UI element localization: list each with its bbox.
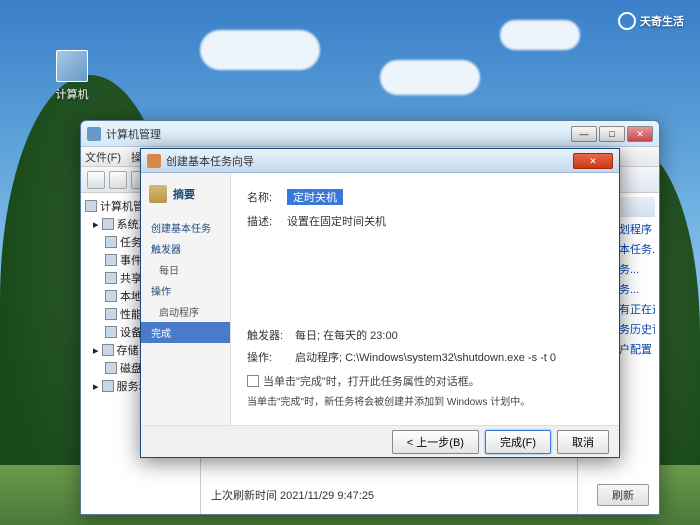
clock-icon xyxy=(105,236,117,248)
step-create[interactable]: 创建基本任务 xyxy=(141,217,230,238)
toolbar-back-icon[interactable] xyxy=(87,171,105,189)
name-value: 定时关机 xyxy=(287,189,343,205)
menu-file[interactable]: 文件(F) xyxy=(85,149,121,165)
desktop-icon-label: 计算机 xyxy=(48,86,96,102)
step-trigger[interactable]: 触发器 xyxy=(141,238,230,259)
finish-button[interactable]: 完成(F) xyxy=(485,430,551,454)
wizard-main-panel: 名称: 定时关机 描述: 设置在固定时间关机 触发器: 每日; 在每天的 23:… xyxy=(231,173,619,425)
wizard-side-title: 摘要 xyxy=(173,186,195,202)
mgmt-status-bar: 上次刷新时间 2021/11/29 9:47:25 刷新 xyxy=(211,484,649,506)
action-label: 操作: xyxy=(247,349,295,365)
back-button[interactable]: < 上一步(B) xyxy=(392,430,479,454)
open-properties-checkbox[interactable] xyxy=(247,375,259,387)
wizard-note: 当单击"完成"时，新任务将会被创建并添加到 Windows 计划中。 xyxy=(247,393,603,408)
trigger-label: 触发器: xyxy=(247,327,295,343)
chart-icon xyxy=(105,308,117,320)
mgmt-title: 计算机管理 xyxy=(106,126,571,142)
disk-icon xyxy=(105,362,117,374)
watermark: 天奇生活 xyxy=(618,12,684,30)
create-basic-task-wizard: 创建基本任务向导 ✕ 摘要 创建基本任务 触发器 每日 操作 启动程序 完成 名… xyxy=(140,148,620,458)
mgmt-app-icon xyxy=(87,127,101,141)
wizard-footer: < 上一步(B) 完成(F) 取消 xyxy=(141,425,619,457)
watermark-icon xyxy=(618,12,636,30)
desktop-icon-computer[interactable]: 计算机 xyxy=(48,50,96,102)
desc-value: 设置在固定时间关机 xyxy=(287,213,386,229)
action-value: 启动程序; C:\Windows\system32\shutdown.exe -… xyxy=(295,349,556,365)
minimize-button[interactable]: — xyxy=(571,126,597,142)
computer-icon xyxy=(56,50,88,82)
log-icon xyxy=(105,254,117,266)
maximize-button[interactable]: □ xyxy=(599,126,625,142)
folder-icon xyxy=(105,272,117,284)
status-text: 上次刷新时间 2021/11/29 9:47:25 xyxy=(211,487,374,503)
folder-icon xyxy=(102,218,114,230)
mgmt-titlebar[interactable]: 计算机管理 — □ ✕ xyxy=(81,121,659,147)
close-button[interactable]: ✕ xyxy=(627,126,653,142)
wizard-title: 创建基本任务向导 xyxy=(166,153,573,169)
step-start-program[interactable]: 启动程序 xyxy=(141,301,230,322)
step-daily[interactable]: 每日 xyxy=(141,259,230,280)
storage-icon xyxy=(102,344,114,356)
gear-icon xyxy=(102,380,114,392)
wizard-app-icon xyxy=(147,154,161,168)
desc-label: 描述: xyxy=(247,213,287,229)
wizard-close-button[interactable]: ✕ xyxy=(573,153,613,169)
refresh-button[interactable]: 刷新 xyxy=(597,484,649,506)
checkbox-label: 当单击"完成"时，打开此任务属性的对话框。 xyxy=(263,373,480,389)
folder-icon xyxy=(85,200,97,212)
users-icon xyxy=(105,290,117,302)
name-label: 名称: xyxy=(247,189,287,205)
toolbar-forward-icon[interactable] xyxy=(109,171,127,189)
step-finish[interactable]: 完成 xyxy=(141,322,230,343)
device-icon xyxy=(105,326,117,338)
step-action[interactable]: 操作 xyxy=(141,280,230,301)
cancel-button[interactable]: 取消 xyxy=(557,430,609,454)
wizard-titlebar[interactable]: 创建基本任务向导 ✕ xyxy=(141,149,619,173)
trigger-value: 每日; 在每天的 23:00 xyxy=(295,327,398,343)
summary-icon xyxy=(149,185,167,203)
wizard-sidebar: 摘要 创建基本任务 触发器 每日 操作 启动程序 完成 xyxy=(141,173,231,425)
